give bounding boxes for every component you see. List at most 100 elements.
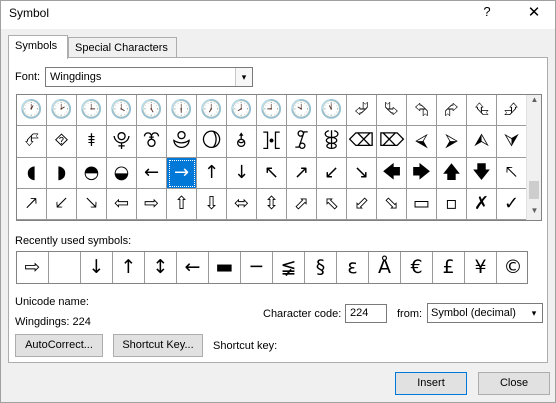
symbol-cell[interactable]: ⮙ — [467, 126, 497, 158]
symbol-cell[interactable]: ⯗ — [227, 126, 257, 158]
recent-symbol-cell[interactable]: ← — [177, 252, 209, 283]
symbol-cell[interactable]: ✓ — [497, 188, 527, 220]
symbol-cell[interactable]: 🕔 — [137, 95, 167, 127]
symbol-cell[interactable]: ⮛ — [497, 126, 527, 158]
scroll-thumb[interactable] — [529, 181, 539, 199]
symbol-cell[interactable]: 🕗 — [227, 95, 257, 127]
symbol-cell[interactable]: ◖ — [17, 157, 47, 189]
symbol-cell[interactable]: ⇦ — [107, 188, 137, 220]
symbol-cell[interactable]: 🕓 — [107, 95, 137, 127]
symbol-cell[interactable]: 🡅 — [437, 157, 467, 189]
symbol-cell[interactable]: ⯚ — [317, 126, 347, 158]
symbol-cell[interactable]: ⮚ — [437, 126, 467, 158]
symbol-cell[interactable]: ⌦ — [377, 126, 407, 158]
symbol-cell[interactable]: ↑ — [197, 157, 227, 189]
symbol-cell[interactable]: 🕕 — [167, 95, 197, 127]
symbol-cell[interactable]: 🕑 — [47, 95, 77, 127]
symbol-cell[interactable]: → — [167, 157, 197, 189]
symbol-cell[interactable]: 🕘 — [257, 95, 287, 127]
recent-symbol-cell[interactable]: ↓ — [81, 252, 113, 283]
close-icon[interactable]: ✕ — [525, 3, 543, 21]
recent-symbol-cell[interactable]: ε — [337, 252, 369, 283]
symbol-cell[interactable]: ⯔ — [137, 126, 167, 158]
symbol-cell[interactable]: ← — [137, 157, 167, 189]
symbol-cell[interactable]: 🡇 — [467, 157, 497, 189]
scroll-down-icon[interactable]: ▼ — [527, 206, 542, 220]
chevron-down-icon[interactable]: ▾ — [235, 68, 252, 86]
recent-symbol-cell[interactable]: Å — [369, 252, 401, 283]
symbol-cell[interactable]: ↙ — [317, 157, 347, 189]
symbol-cell[interactable]: 🕐 — [17, 95, 47, 127]
recent-symbol-cell[interactable]: ▬ — [209, 252, 241, 283]
symbol-cell[interactable]: 🡄 — [377, 157, 407, 189]
symbol-grid-scrollbar[interactable]: ▲ ▼ — [526, 95, 541, 220]
symbol-cell[interactable]: ⮲ — [407, 95, 437, 127]
symbol-cell[interactable]: ⯙ — [287, 126, 317, 158]
symbol-cell[interactable]: ⮵ — [497, 95, 527, 127]
shortcut-key-button[interactable]: Shortcut Key... — [113, 334, 203, 357]
symbol-cell[interactable]: ⮶ — [17, 126, 47, 158]
symbol-cell[interactable]: ↖ — [257, 157, 287, 189]
symbol-cell[interactable]: 🡔 — [497, 157, 527, 189]
symbol-cell[interactable]: ⯑ — [47, 126, 77, 158]
scroll-up-icon[interactable]: ▲ — [527, 95, 542, 109]
recent-symbol-cell[interactable]: ≨ — [273, 252, 305, 283]
recent-symbol-cell[interactable] — [49, 252, 81, 283]
symbol-cell[interactable]: ⮘ — [407, 126, 437, 158]
symbol-cell[interactable]: ↓ — [227, 157, 257, 189]
symbol-cell[interactable]: ◗ — [47, 157, 77, 189]
from-dropdown[interactable]: Symbol (decimal) ▾ — [427, 303, 543, 323]
symbol-cell[interactable]: 🡗 — [47, 188, 77, 220]
symbol-cell[interactable]: ⬄ — [227, 188, 257, 220]
symbol-cell[interactable]: 🕖 — [197, 95, 227, 127]
from-chevron-down-icon[interactable]: ▾ — [526, 304, 542, 322]
symbol-cell[interactable]: ⯕ — [167, 126, 197, 158]
recent-symbol-cell[interactable]: ¥ — [465, 252, 497, 283]
insert-button[interactable]: Insert — [395, 372, 467, 395]
recent-symbol-cell[interactable]: § — [305, 252, 337, 283]
symbol-cell[interactable]: ⮰ — [347, 95, 377, 127]
recent-symbol-cell[interactable]: ⇨ — [17, 252, 49, 283]
symbol-cell[interactable]: ⇩ — [197, 188, 227, 220]
symbol-cell[interactable]: ⮱ — [377, 95, 407, 127]
tab-symbols[interactable]: Symbols — [8, 35, 68, 59]
symbol-cell[interactable]: ⯖ — [197, 126, 227, 158]
symbol-cell[interactable]: ⌫ — [347, 126, 377, 158]
symbol-cell[interactable]: ◒ — [107, 157, 137, 189]
symbol-cell[interactable]: ⮴ — [467, 95, 497, 127]
recent-symbol-cell[interactable]: € — [401, 252, 433, 283]
symbol-cell[interactable]: ⬀ — [287, 188, 317, 220]
character-code-input[interactable]: 224 — [345, 304, 387, 323]
recent-symbol-cell[interactable]: ↕ — [145, 252, 177, 283]
symbol-cell[interactable]: ▭ — [407, 188, 437, 220]
symbol-cell[interactable]: 🕚 — [317, 95, 347, 127]
recent-symbol-cell[interactable]: ─ — [241, 252, 273, 283]
symbol-cell[interactable]: ▫ — [437, 188, 467, 220]
recent-symbol-cell[interactable]: £ — [433, 252, 465, 283]
symbol-cell[interactable]: ⬁ — [317, 188, 347, 220]
symbol-cell[interactable]: 🕒 — [77, 95, 107, 127]
recent-symbol-cell[interactable]: © — [497, 252, 529, 283]
autocorrect-button[interactable]: AutoCorrect... — [15, 334, 103, 357]
symbol-cell[interactable]: ⇳ — [257, 188, 287, 220]
symbol-cell[interactable]: ⬃ — [347, 188, 377, 220]
symbol-cell[interactable]: 🡕 — [17, 188, 47, 220]
symbol-cell[interactable]: ⬂ — [377, 188, 407, 220]
symbol-cell[interactable]: ⇨ — [137, 188, 167, 220]
tab-special-characters[interactable]: Special Characters — [68, 37, 177, 58]
symbol-cell[interactable]: ↘ — [347, 157, 377, 189]
symbol-cell[interactable]: ⇧ — [167, 188, 197, 220]
symbol-cell[interactable]: ⯘ — [257, 126, 287, 158]
symbol-cell[interactable]: 🕙 — [287, 95, 317, 127]
symbol-cell[interactable]: ◓ — [77, 157, 107, 189]
symbol-cell[interactable]: ⯒ — [77, 126, 107, 158]
symbol-cell[interactable]: ⮳ — [437, 95, 467, 127]
symbol-cell[interactable]: 🡆 — [407, 157, 437, 189]
font-dropdown[interactable]: Wingdings ▾ — [45, 67, 253, 87]
symbol-cell[interactable]: ✗ — [467, 188, 497, 220]
recent-symbol-cell[interactable]: ↑ — [113, 252, 145, 283]
symbol-cell[interactable]: 🡖 — [77, 188, 107, 220]
symbol-cell[interactable]: ↗ — [287, 157, 317, 189]
close-button[interactable]: Close — [478, 372, 550, 395]
help-button[interactable]: ? — [479, 4, 495, 19]
